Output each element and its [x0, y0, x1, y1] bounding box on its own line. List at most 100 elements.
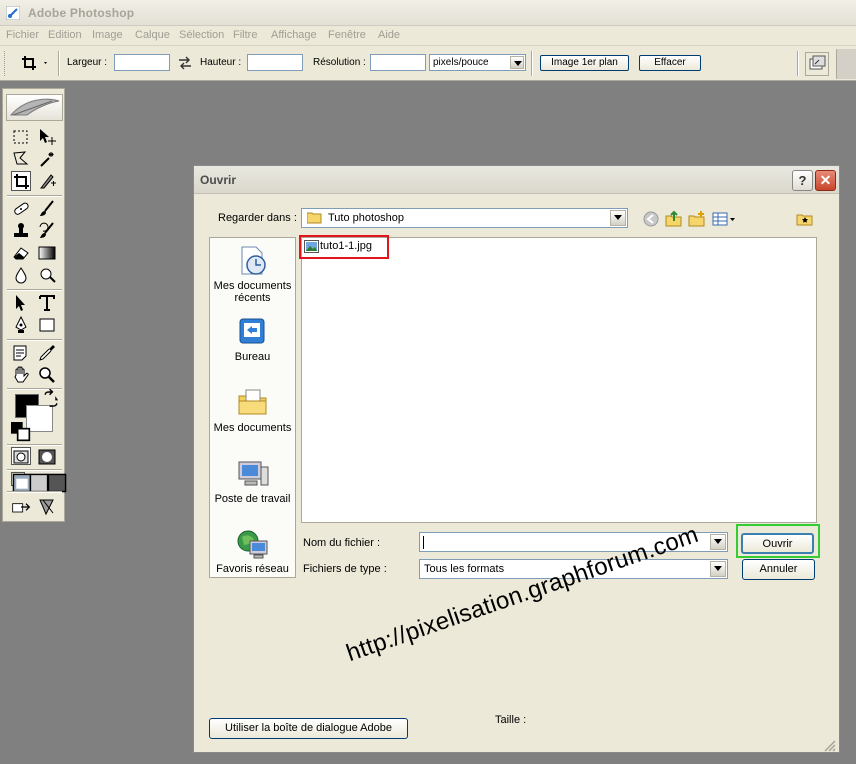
full-screen-menu-mode-icon[interactable] — [29, 473, 49, 493]
swap-dimensions-icon[interactable] — [178, 56, 192, 70]
options-separator — [797, 51, 799, 76]
view-menu-icon[interactable] — [712, 210, 736, 228]
place-desktop[interactable]: Bureau — [210, 315, 295, 363]
feather-logo-icon[interactable] — [6, 94, 63, 121]
dialog-title: Ouvrir — [200, 173, 237, 187]
look-in-label: Regarder dans : — [218, 212, 297, 224]
file-item[interactable]: tuto1-1.jpg — [299, 235, 389, 259]
path-selection-tool-icon[interactable] — [11, 293, 31, 313]
app-title-bar: Adobe Photoshop — [0, 0, 856, 26]
resolution-units-value: pixels/pouce — [433, 57, 489, 68]
crop-tool-icon[interactable] — [11, 171, 31, 191]
hand-tool-icon[interactable] — [11, 365, 31, 385]
blur-tool-icon[interactable] — [11, 265, 31, 285]
palette-well-button[interactable] — [805, 52, 829, 76]
menu-filtre[interactable]: Filtre — [233, 29, 257, 41]
gradient-tool-icon[interactable] — [37, 243, 57, 263]
place-label: Mes documents récents — [213, 280, 292, 304]
use-adobe-dialog-button[interactable]: Utiliser la boîte de dialogue Adobe — [209, 718, 408, 739]
place-recent-documents[interactable]: Mes documents récents — [210, 244, 295, 304]
filename-label: Nom du fichier : — [303, 537, 381, 549]
place-my-documents[interactable]: Mes documents — [210, 386, 295, 434]
menu-fichier[interactable]: Fichier — [6, 29, 39, 41]
palette-dock-edge — [836, 49, 856, 79]
open-file-dialog: Ouvrir ? ✕ Regarder dans : Tuto photosho… — [193, 165, 840, 753]
width-label: Largeur : — [67, 57, 108, 68]
imageready-icon[interactable] — [37, 497, 57, 517]
back-icon[interactable] — [642, 210, 660, 228]
standard-mode-icon[interactable] — [11, 447, 31, 465]
options-separator — [531, 51, 533, 76]
lasso-tool-icon[interactable] — [11, 149, 31, 169]
palette-well-icon — [809, 55, 826, 70]
menu-affichage[interactable]: Affichage — [271, 29, 317, 41]
chevron-down-icon — [710, 561, 726, 577]
healing-brush-tool-icon[interactable] — [11, 199, 31, 219]
magic-wand-tool-icon[interactable] — [37, 149, 57, 169]
height-input[interactable] — [247, 54, 303, 71]
standard-screen-mode-icon[interactable] — [11, 472, 32, 493]
place-my-computer[interactable]: Poste de travail — [210, 457, 295, 505]
menu-image[interactable]: Image — [92, 29, 123, 41]
history-brush-tool-icon[interactable] — [37, 221, 57, 241]
eraser-tool-icon[interactable] — [11, 243, 31, 263]
menu-calque[interactable]: Calque — [135, 29, 170, 41]
eyedropper-tool-icon[interactable] — [37, 343, 57, 363]
place-label: Mes documents — [213, 422, 292, 434]
jump-to-imageready-icon[interactable] — [11, 497, 35, 517]
resolution-units-select[interactable]: pixels/pouce — [429, 54, 526, 71]
toolbox-separator — [7, 491, 62, 493]
menu-fenetre[interactable]: Fenêtre — [328, 29, 366, 41]
type-tool-icon[interactable] — [37, 293, 57, 313]
dialog-title-bar[interactable]: Ouvrir ? ✕ — [194, 166, 839, 194]
text-cursor — [423, 536, 424, 549]
resolution-label: Résolution : — [313, 57, 366, 68]
resize-grip-icon[interactable] — [822, 738, 836, 752]
toolbox-separator — [7, 444, 62, 446]
options-bar-grip[interactable] — [4, 51, 7, 76]
zoom-tool-icon[interactable] — [37, 365, 57, 385]
front-image-button[interactable]: Image 1er plan — [540, 55, 629, 71]
default-colors-icon[interactable] — [11, 422, 31, 442]
desktop-icon — [239, 318, 264, 344]
file-name: tuto1-1.jpg — [320, 240, 372, 252]
crop-tool-preset-icon[interactable] — [20, 53, 50, 73]
look-in-select[interactable]: Tuto photoshop — [301, 208, 628, 228]
pen-tool-icon[interactable] — [11, 315, 31, 335]
width-input[interactable] — [114, 54, 170, 71]
menu-aide[interactable]: Aide — [378, 29, 400, 41]
new-folder-icon[interactable] — [688, 210, 706, 228]
help-button[interactable]: ? — [792, 170, 813, 191]
look-in-value: Tuto photoshop — [328, 212, 405, 224]
file-list[interactable]: tuto1-1.jpg — [299, 235, 817, 523]
chevron-down-icon — [610, 210, 626, 226]
clear-button[interactable]: Effacer — [639, 55, 701, 71]
cancel-button[interactable]: Annuler — [742, 559, 815, 580]
marquee-tool-icon[interactable] — [11, 127, 31, 147]
menu-selection[interactable]: Sélection — [179, 29, 224, 41]
favorites-folder-icon[interactable] — [796, 210, 814, 228]
photoshop-logo-icon — [6, 6, 20, 20]
swap-colors-icon[interactable] — [41, 388, 59, 407]
slice-tool-icon[interactable] — [37, 171, 57, 191]
resolution-input[interactable] — [370, 54, 426, 71]
move-tool-icon[interactable] — [37, 127, 57, 147]
open-button[interactable]: Ouvrir — [741, 533, 814, 554]
my-documents-icon — [238, 389, 266, 415]
rectangle-tool-icon[interactable] — [37, 315, 57, 335]
place-network[interactable]: Favoris réseau — [210, 527, 295, 575]
folder-icon — [307, 212, 322, 224]
full-screen-mode-icon[interactable] — [47, 473, 67, 493]
quick-mask-mode-icon[interactable] — [37, 447, 57, 465]
dodge-tool-icon[interactable] — [37, 265, 57, 285]
places-bar: Mes documents récents Bureau Mes documen… — [209, 237, 296, 578]
up-folder-icon[interactable] — [665, 210, 683, 228]
my-computer-icon — [238, 461, 268, 486]
close-button[interactable]: ✕ — [815, 170, 836, 191]
image-file-icon — [304, 240, 319, 253]
brush-tool-icon[interactable] — [37, 199, 57, 219]
network-places-icon — [237, 530, 267, 559]
menu-edition[interactable]: Edition — [48, 29, 82, 41]
notes-tool-icon[interactable] — [11, 343, 31, 363]
clone-stamp-tool-icon[interactable] — [11, 221, 31, 241]
